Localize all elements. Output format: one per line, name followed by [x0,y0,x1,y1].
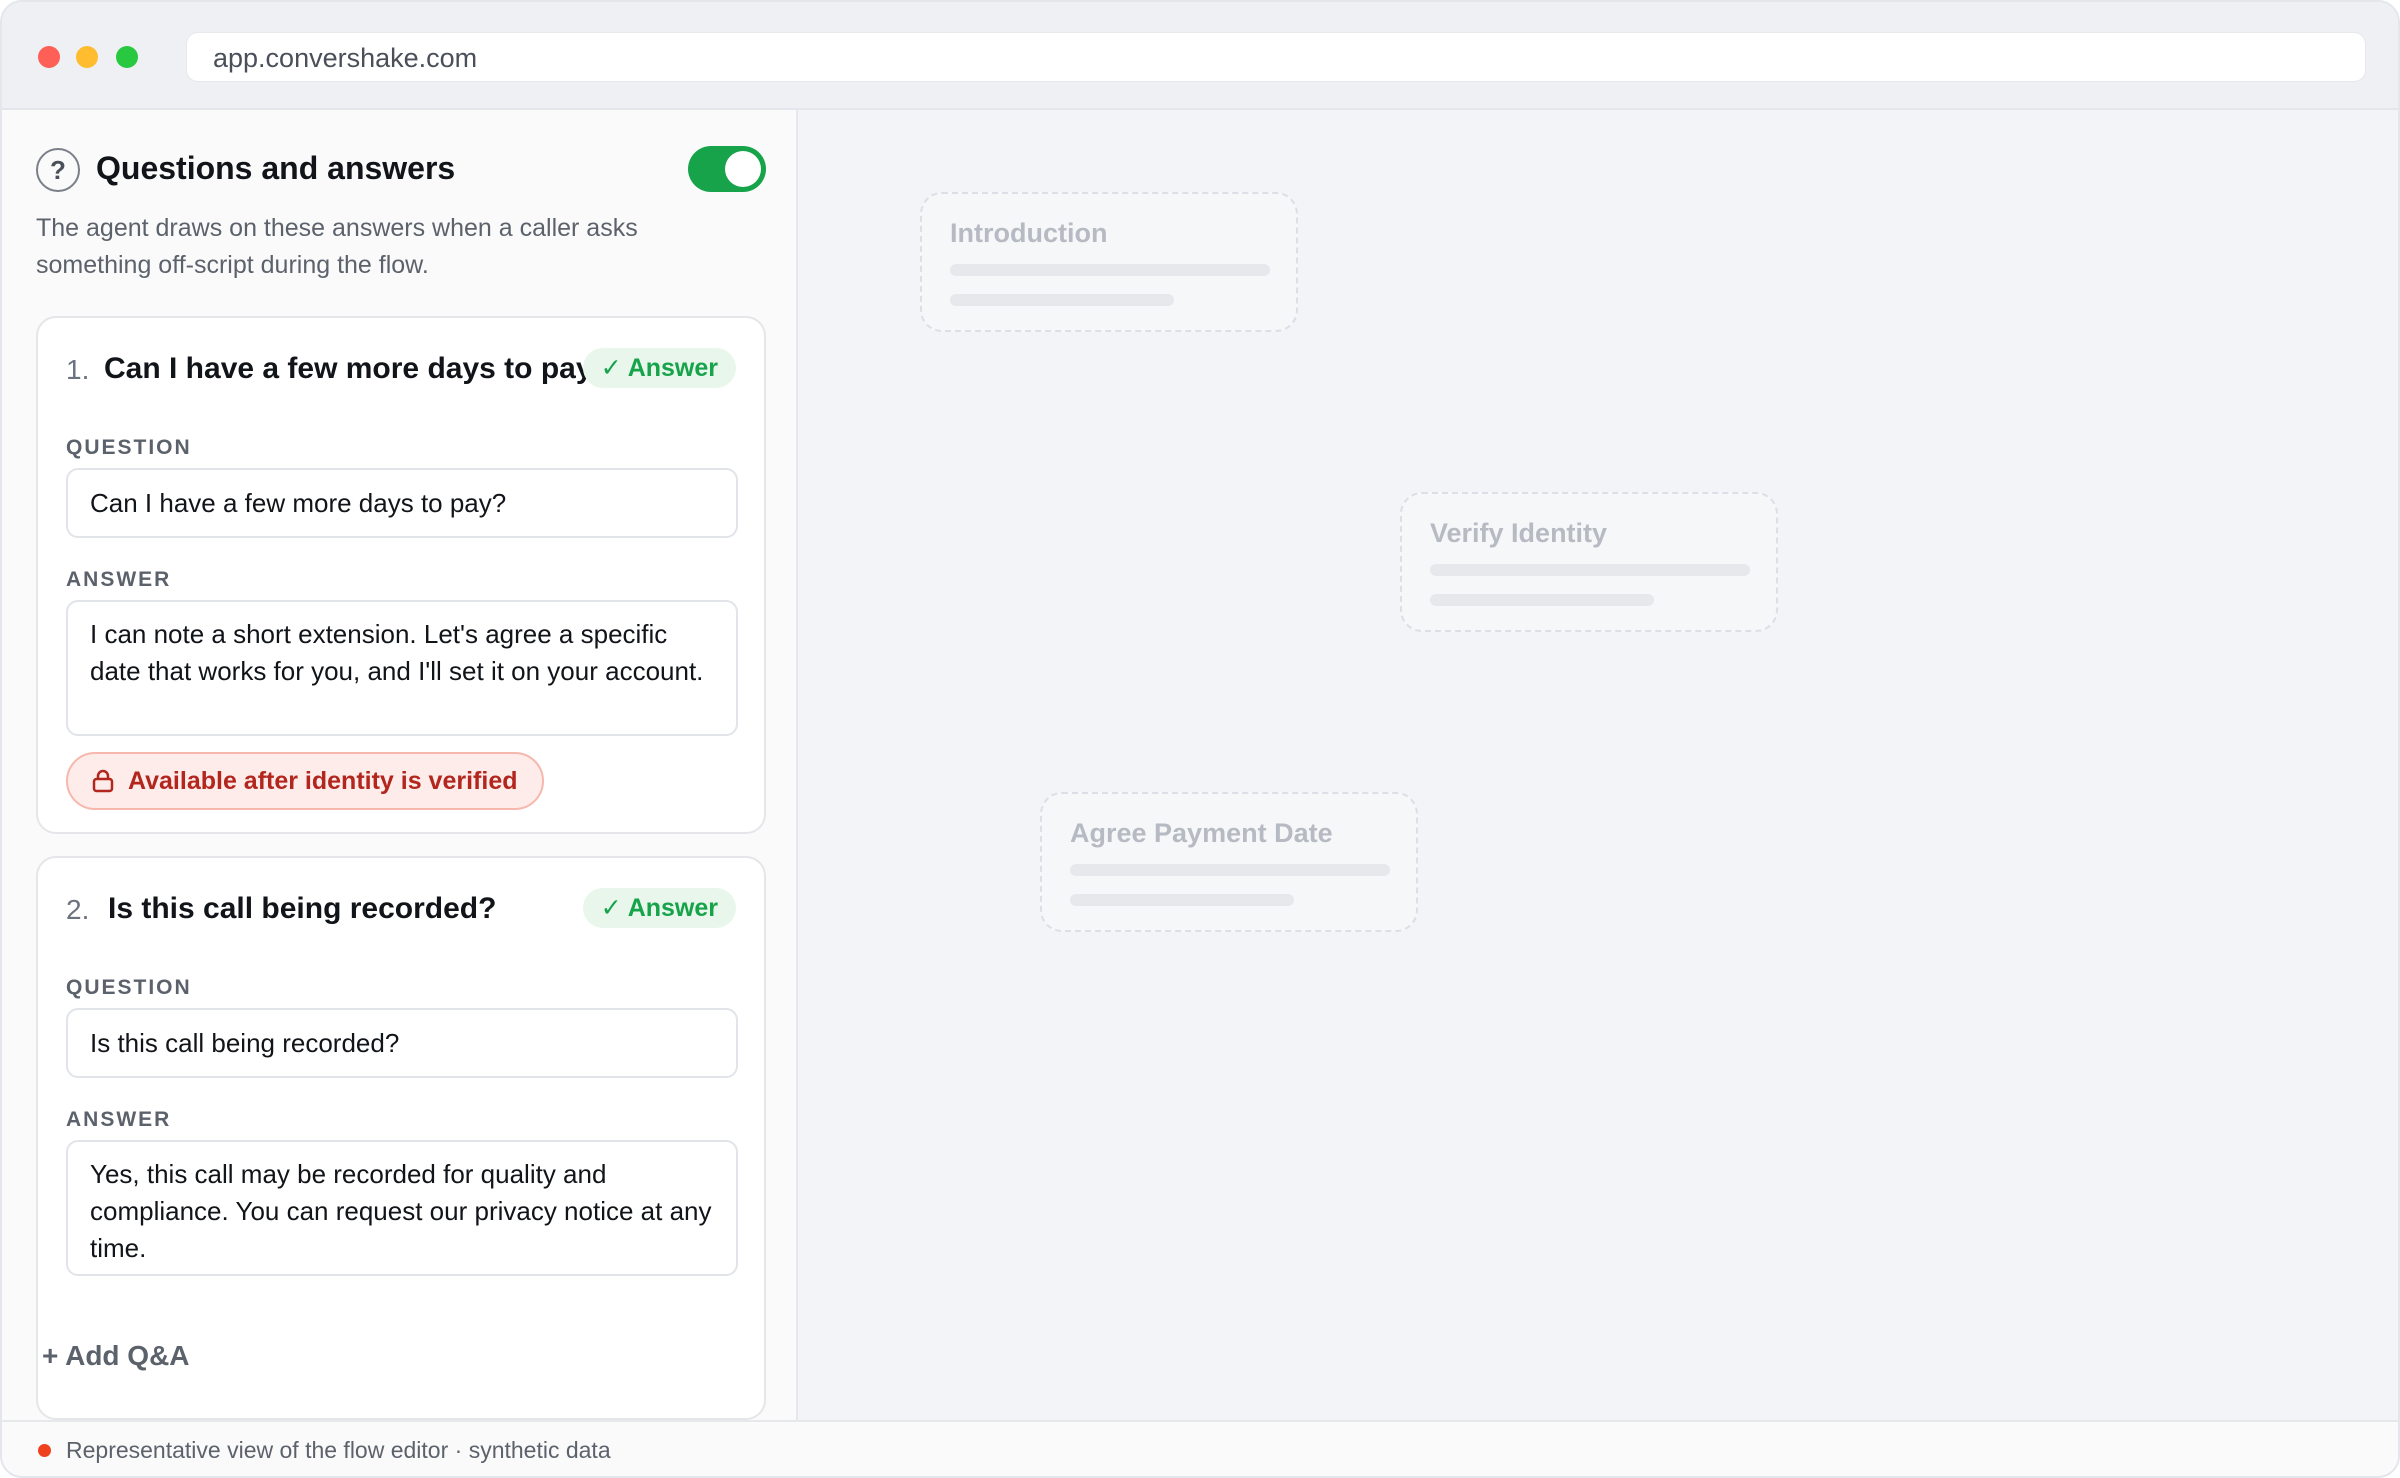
flow-node-agree-payment-date[interactable]: Agree Payment Date [1040,792,1418,932]
answer-badge: ✓ Answer [582,348,736,388]
node-placeholder-line [950,264,1270,276]
answer-badge-label: Answer [627,354,718,382]
toggle-knob [725,151,761,187]
check-icon: ✓ [600,894,622,922]
add-qa-button[interactable]: + Add Q&A [42,1340,190,1372]
answer-label: ANSWER [66,1108,172,1131]
answer-field[interactable]: Yes, this call may be recorded for quali… [66,1140,738,1276]
panel-title: Questions and answers [96,150,456,186]
check-icon: ✓ [600,354,622,382]
node-title: Agree Payment Date [1070,818,1333,848]
node-title: Introduction [950,218,1108,248]
qa-title: Can I have a few more days to pay? [104,352,611,385]
browser-window: app.convershake.com ? Questions and answ… [0,0,2400,1478]
condition-label: Available after identity is verified [128,767,518,795]
panel-description: The agent draws on these answers when a … [36,214,638,279]
qa-number: 2. [66,894,90,925]
question-label: QUESTION [66,976,192,999]
node-placeholder-line [1430,564,1750,576]
minimize-window-button[interactable] [76,46,98,68]
node-title: Verify Identity [1430,518,1608,548]
address-bar[interactable]: app.convershake.com [186,32,2366,82]
qa-enabled-toggle[interactable] [688,146,766,192]
answer-badge-label: Answer [627,894,718,922]
qa-card: 2. Is this call being recorded? ✓ Answer … [36,856,766,1420]
answer-label: ANSWER [66,568,172,591]
question-label: QUESTION [66,436,192,459]
flow-node-verify-identity[interactable]: Verify Identity [1400,492,1778,632]
lock-icon [92,769,114,793]
node-placeholder-line [950,294,1174,306]
status-dot [38,1444,51,1457]
node-placeholder-line [1070,894,1294,906]
close-window-button[interactable] [38,46,60,68]
maximize-window-button[interactable] [116,46,138,68]
flow-node-introduction[interactable]: Introduction [920,192,1298,332]
question-circle-icon[interactable]: ? [36,148,80,192]
answer-field[interactable]: I can note a short extension. Let's agre… [66,600,738,736]
question-field[interactable]: Can I have a few more days to pay? [66,468,738,538]
qa-number: 1. [66,354,90,385]
condition-chip[interactable]: Available after identity is verified [66,752,544,810]
answer-badge: ✓ Answer [582,888,736,928]
qa-sidebar: ? Questions and answers The agent draws … [2,110,798,1420]
node-placeholder-line [1430,594,1654,606]
title-bar: app.convershake.com [2,2,2398,110]
footer-bar: Representative view of the flow editor ·… [2,1420,2398,1476]
qa-title: Is this call being recorded? [108,892,497,925]
flow-canvas[interactable]: Introduction Verify Identity Agree Payme… [800,110,2398,1420]
footer-text: Representative view of the flow editor ·… [66,1437,611,1463]
question-field[interactable]: Is this call being recorded? [66,1008,738,1078]
qa-card: 1. Can I have a few more days to pay? ✓ A… [36,316,766,834]
node-placeholder-line [1070,864,1390,876]
